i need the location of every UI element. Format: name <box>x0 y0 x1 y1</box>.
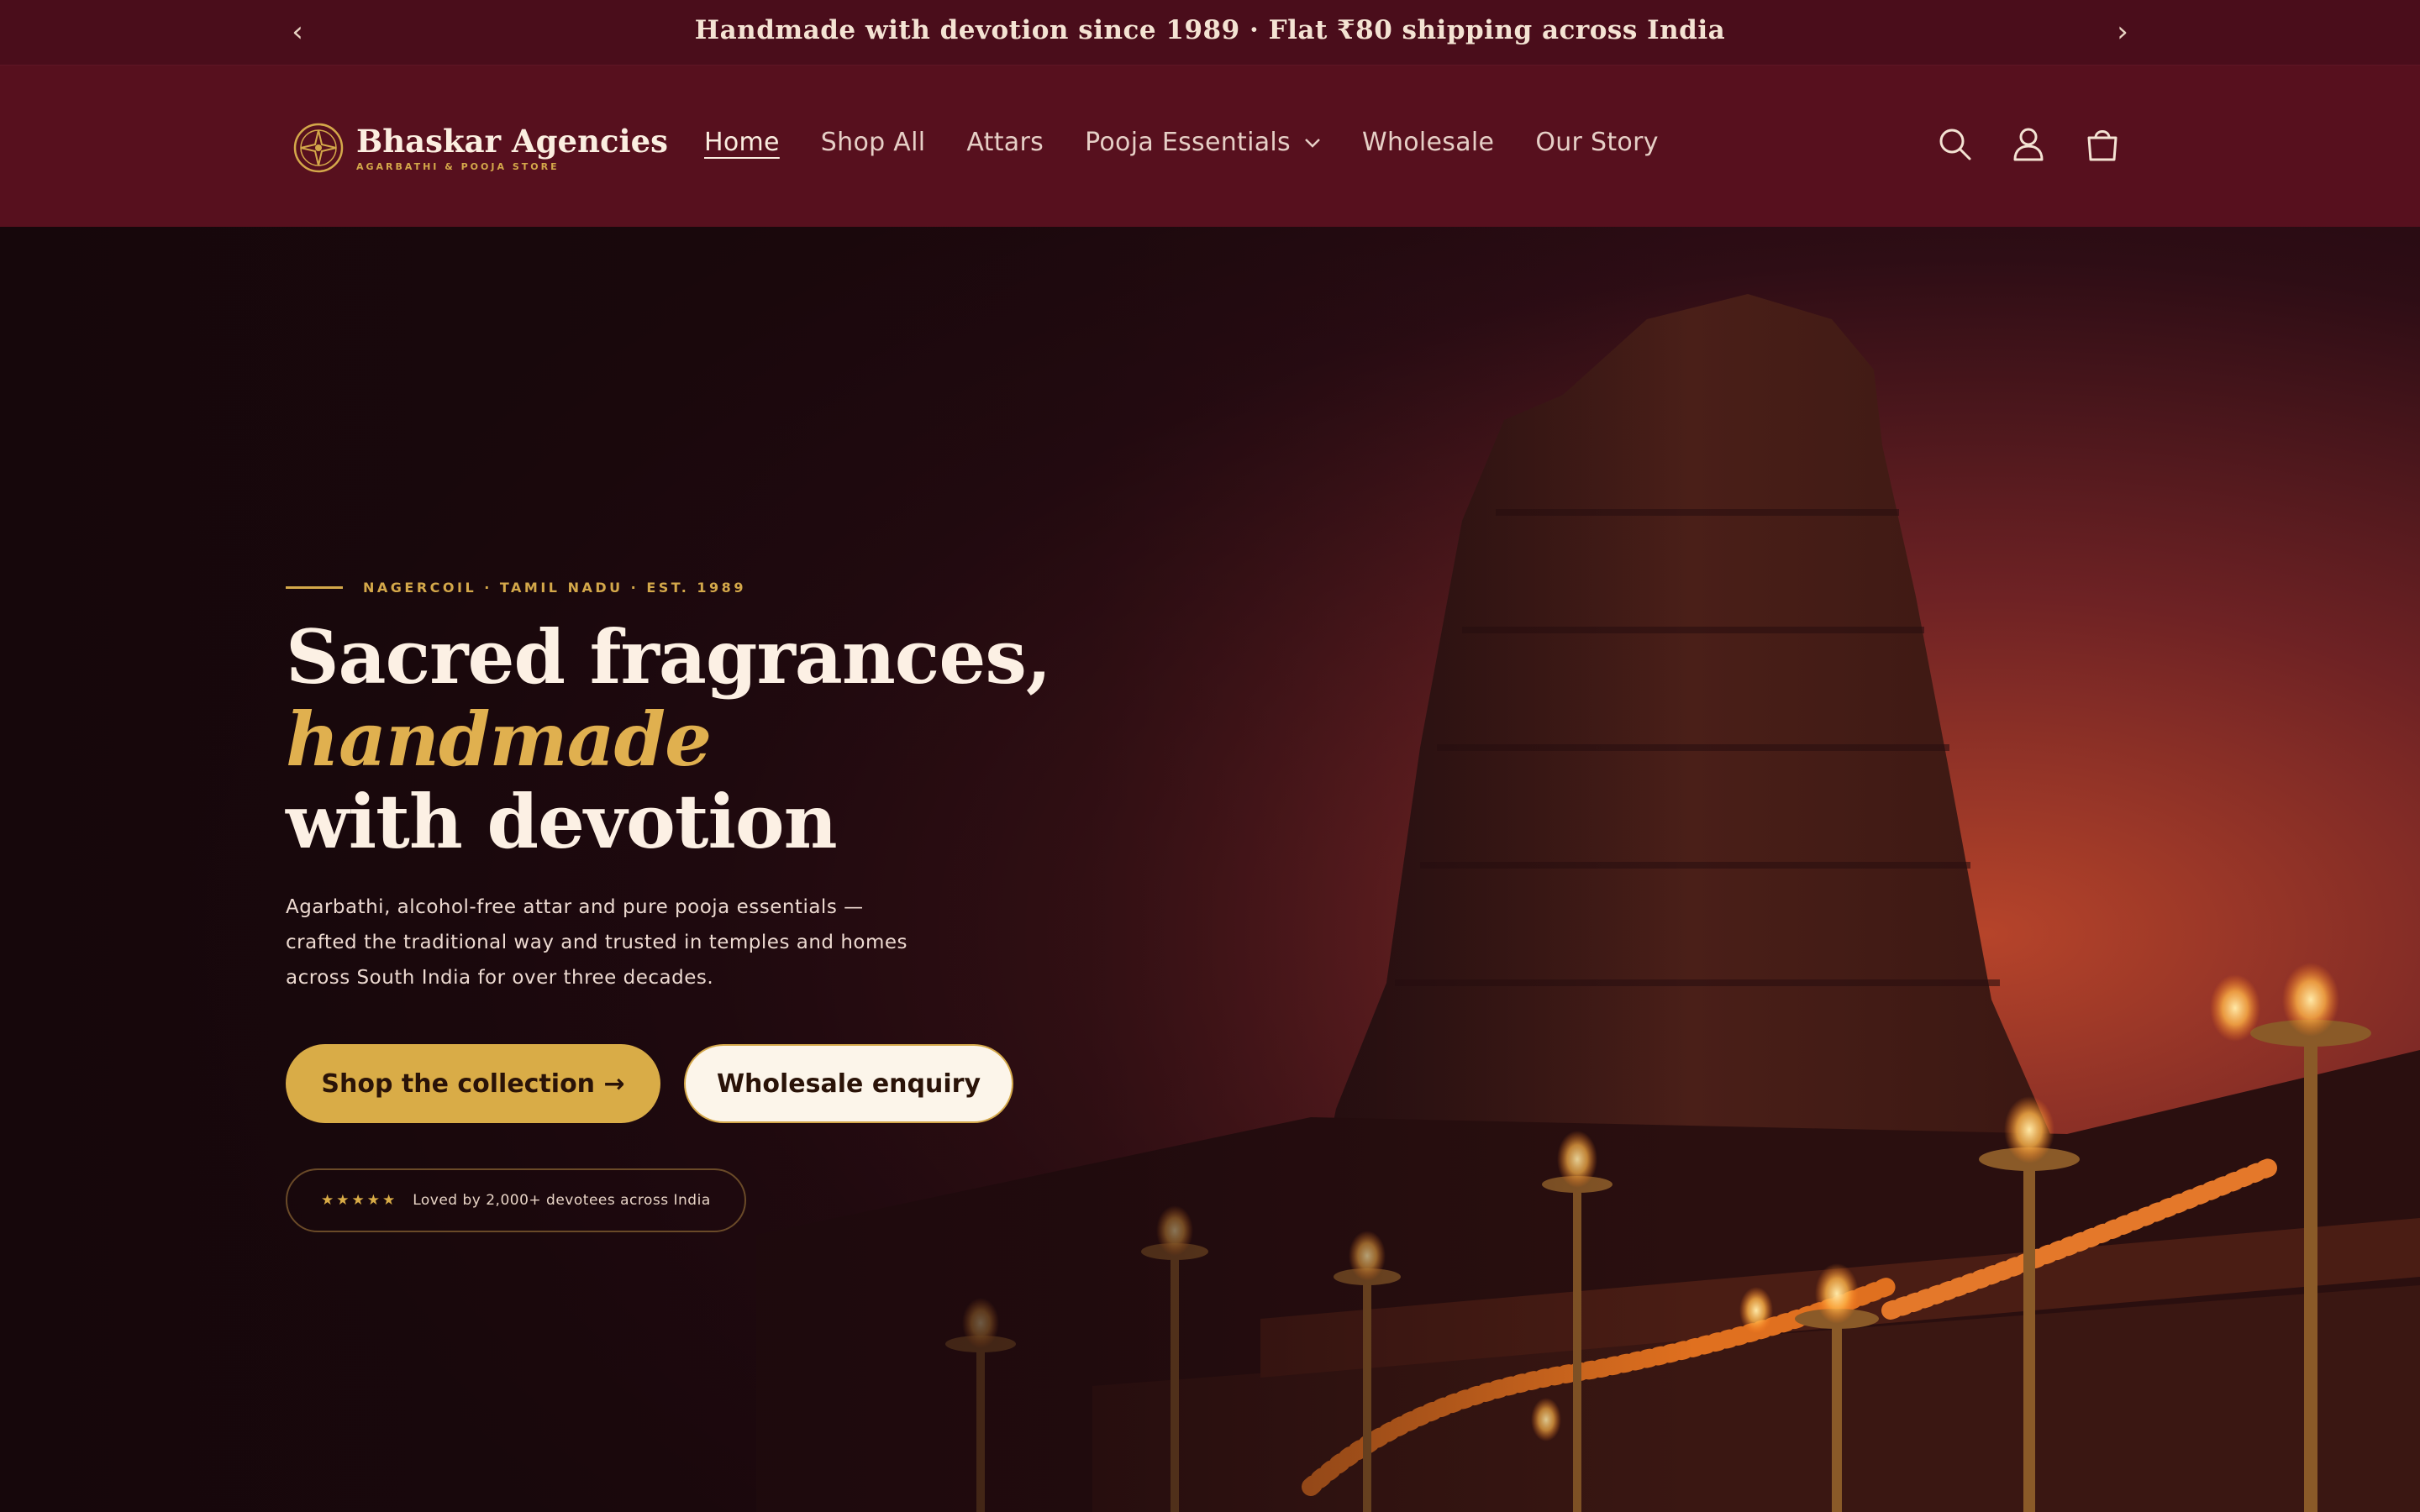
announcement-text: Handmade with devotion since 1989 · Flat… <box>694 15 1726 45</box>
site-header: Bhaskar Agencies AGARBATHI & POOJA STORE… <box>0 66 2420 227</box>
chevron-right-icon[interactable]: › <box>2107 17 2138 47</box>
nav-item-wholesale[interactable]: Wholesale <box>1362 128 1494 157</box>
announcement-bar: ‹ Handmade with devotion since 1989 · Fl… <box>0 0 2420 66</box>
hero-cta-row: Shop the collection → Wholesale enquiry <box>286 1044 1462 1123</box>
hero-subtext: Agarbathi, alcohol-free attar and pure p… <box>286 896 908 989</box>
brand-name: Bhaskar Agencies <box>356 122 668 160</box>
nav-item-shop-all[interactable]: Shop All <box>821 128 926 157</box>
brand-logo[interactable]: Bhaskar Agencies AGARBATHI & POOJA STORE <box>292 114 668 181</box>
cart-icon[interactable] <box>2081 123 2124 166</box>
wholesale-enquiry-button[interactable]: Wholesale enquiry <box>684 1044 1013 1123</box>
rating-text: Loved by 2,000+ devotees across India <box>413 1192 711 1209</box>
eyebrow-text: NAGERCOIL · TAMIL NADU · EST. 1989 <box>363 580 746 596</box>
nav-item-our-story[interactable]: Our Story <box>1535 128 1658 157</box>
hero-headline: Sacred fragrances, handmade with devotio… <box>286 616 1462 863</box>
hero-eyebrow: NAGERCOIL · TAMIL NADU · EST. 1989 <box>286 580 1462 596</box>
rating-badge: ★★★★★ Loved by 2,000+ devotees across In… <box>286 1168 746 1232</box>
star-rating-icon: ★★★★★ <box>321 1192 398 1208</box>
headline-part1: Sacred fragrances, <box>286 613 1052 701</box>
nav-item-pooja-essentials-label: Pooja Essentials <box>1085 128 1291 157</box>
hero-content: NAGERCOIL · TAMIL NADU · EST. 1989 Sacre… <box>286 580 1462 1232</box>
nav-item-home[interactable]: Home <box>704 128 780 157</box>
headline-part2: with devotion <box>286 778 838 865</box>
nav-item-attars[interactable]: Attars <box>966 128 1044 157</box>
headline-accent: handmade <box>286 696 712 783</box>
main-nav: Home Shop All Attars Pooja Essentials Wh… <box>704 128 1700 157</box>
nav-item-pooja-essentials[interactable]: Pooja Essentials <box>1085 128 1321 157</box>
search-icon[interactable] <box>1933 123 1977 166</box>
hero-section: NAGERCOIL · TAMIL NADU · EST. 1989 Sacre… <box>0 227 2420 1512</box>
brand-tagline: AGARBATHI & POOJA STORE <box>356 160 560 172</box>
chevron-down-icon <box>1305 138 1320 148</box>
logo-emblem-icon <box>293 123 344 173</box>
account-icon[interactable] <box>2007 123 2050 166</box>
shop-collection-button[interactable]: Shop the collection → <box>286 1044 660 1123</box>
eyebrow-divider <box>286 586 343 589</box>
